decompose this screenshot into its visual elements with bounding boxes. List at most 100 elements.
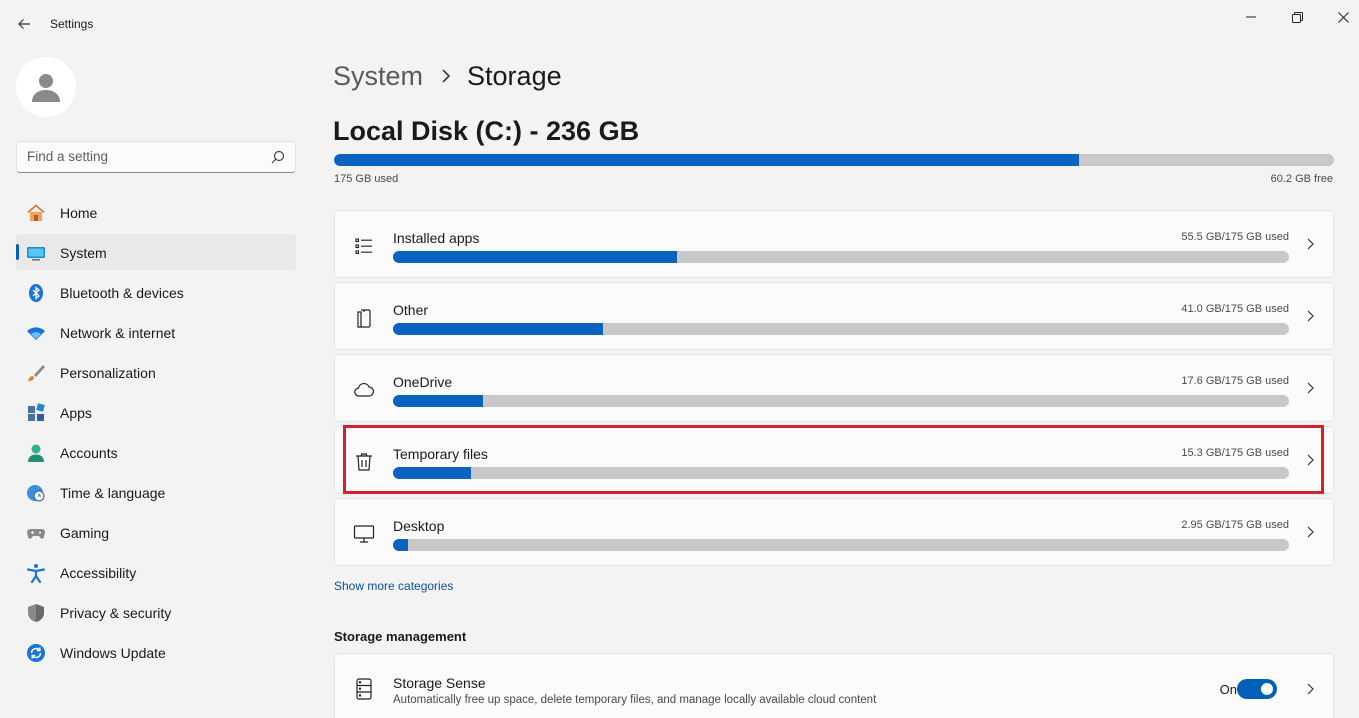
globe-clock-icon — [26, 483, 46, 503]
sidebar-item-network[interactable]: Network & internet — [16, 314, 296, 350]
document-icon — [353, 307, 375, 329]
sidebar-item-label: Accounts — [60, 445, 118, 461]
sidebar-item-label: Time & language — [60, 485, 166, 501]
sidebar-item-system[interactable]: System — [16, 234, 296, 270]
chevron-right-icon — [1307, 454, 1314, 466]
disk-free-label: 60.2 GB free — [1270, 173, 1333, 185]
monitor-icon — [353, 523, 375, 545]
sidebar-item-accounts[interactable]: Accounts — [16, 434, 296, 470]
category-usage: 15.3 GB/175 GB used — [1181, 447, 1289, 459]
category-onedrive[interactable]: OneDrive 17.6 GB/175 GB used — [334, 354, 1334, 422]
accessibility-icon — [26, 563, 46, 583]
category-usage: 17.6 GB/175 GB used — [1181, 375, 1289, 387]
arrow-left-icon — [18, 19, 30, 29]
sidebar-item-bluetooth[interactable]: Bluetooth & devices — [16, 274, 296, 310]
shield-icon — [26, 603, 46, 623]
wifi-icon — [26, 323, 46, 343]
category-usage-bar — [393, 467, 1289, 479]
chevron-right-icon — [1307, 382, 1314, 394]
category-desktop[interactable]: Desktop 2.95 GB/175 GB used — [334, 498, 1334, 566]
home-icon — [26, 203, 46, 223]
sidebar-item-time-language[interactable]: Time & language — [16, 474, 296, 510]
show-more-categories-link[interactable]: Show more categories — [334, 579, 453, 593]
breadcrumb-parent[interactable]: System — [333, 61, 423, 92]
sidebar-item-gaming[interactable]: Gaming — [16, 514, 296, 550]
chevron-right-icon — [1307, 526, 1314, 538]
category-usage-bar — [393, 323, 1289, 335]
category-usage-fill — [393, 251, 678, 263]
disk-title: Local Disk (C:) - 236 GB — [333, 116, 640, 146]
list-icon — [353, 235, 375, 257]
category-name: Installed apps — [393, 230, 480, 246]
category-usage: 2.95 GB/175 GB used — [1181, 519, 1289, 531]
user-avatar[interactable] — [16, 57, 76, 117]
category-usage-fill — [393, 539, 409, 551]
maximize-button[interactable] — [1279, 6, 1315, 28]
update-icon — [26, 643, 46, 663]
search-box[interactable] — [16, 141, 296, 173]
search-icon — [271, 150, 285, 164]
category-temporary-files[interactable]: Temporary files 15.3 GB/175 GB used — [334, 426, 1334, 494]
sidebar-item-label: Privacy & security — [60, 605, 172, 621]
sidebar-item-apps[interactable]: Apps — [16, 394, 296, 430]
disk-usage-bar — [334, 154, 1334, 166]
chevron-right-icon — [1307, 683, 1314, 695]
system-monitor-icon — [26, 243, 46, 263]
category-usage-fill — [393, 467, 471, 479]
category-installed-apps[interactable]: Installed apps 55.5 GB/175 GB used — [334, 210, 1334, 278]
person-icon — [26, 443, 46, 463]
sidebar-item-windows-update[interactable]: Windows Update — [16, 634, 296, 670]
category-name: Other — [393, 302, 429, 318]
sidebar-item-label: Network & internet — [60, 325, 176, 341]
trash-icon — [353, 451, 375, 473]
sidebar-item-label: Accessibility — [60, 565, 137, 581]
sidebar-item-home[interactable]: Home — [16, 194, 296, 230]
sidebar-item-personalization[interactable]: Personalization — [16, 354, 296, 390]
storage-sense-row[interactable]: Storage Sense Automatically free up spac… — [334, 653, 1334, 718]
close-button[interactable] — [1325, 6, 1359, 28]
chevron-right-icon — [1307, 310, 1314, 322]
storage-sense-title: Storage Sense — [393, 675, 486, 691]
section-heading: Storage management — [334, 629, 467, 644]
category-usage: 41.0 GB/175 GB used — [1181, 303, 1289, 315]
sidebar-item-label: Apps — [60, 405, 92, 421]
sidebar-nav: Home System Bluetooth & devices Network … — [16, 194, 296, 674]
minimize-icon — [1246, 16, 1256, 18]
category-usage-bar — [393, 539, 1289, 551]
category-name: Desktop — [393, 518, 445, 534]
sidebar-item-accessibility[interactable]: Accessibility — [16, 554, 296, 590]
page-title: Storage — [467, 60, 562, 91]
close-icon — [1337, 11, 1349, 23]
category-usage-fill — [393, 323, 603, 335]
category-other[interactable]: Other 41.0 GB/175 GB used — [334, 282, 1334, 350]
bluetooth-icon — [26, 283, 46, 303]
paintbrush-icon — [26, 363, 46, 383]
category-usage-bar — [393, 395, 1289, 407]
category-name: OneDrive — [393, 374, 453, 390]
chevron-right-icon — [1307, 238, 1314, 250]
category-usage-fill — [393, 395, 483, 407]
title-bar: Settings — [0, 0, 1359, 48]
storage-sense-description: Automatically free up space, delete temp… — [393, 694, 877, 706]
minimize-button[interactable] — [1233, 6, 1269, 28]
storage-sense-toggle[interactable] — [1237, 679, 1277, 699]
sidebar-item-privacy[interactable]: Privacy & security — [16, 594, 296, 630]
restore-icon — [1291, 11, 1303, 23]
sidebar-item-label: Gaming — [60, 525, 110, 541]
disk-used-label: 175 GB used — [334, 173, 399, 185]
category-name: Temporary files — [393, 446, 488, 462]
chevron-right-icon — [441, 69, 451, 83]
search-input[interactable] — [27, 149, 257, 164]
breadcrumb: System Storage — [333, 58, 562, 94]
sidebar-item-label: Windows Update — [60, 645, 166, 661]
app-title: Settings — [50, 17, 94, 31]
category-usage: 55.5 GB/175 GB used — [1181, 231, 1289, 243]
toggle-state-label: On — [1219, 682, 1237, 697]
toggle-knob — [1261, 683, 1273, 695]
gamepad-icon — [26, 523, 46, 543]
back-button[interactable] — [12, 12, 36, 36]
category-usage-bar — [393, 251, 1289, 263]
sidebar-item-label: Personalization — [60, 365, 156, 381]
storage-drive-icon — [353, 678, 375, 700]
sidebar-item-label: Home — [60, 205, 98, 221]
